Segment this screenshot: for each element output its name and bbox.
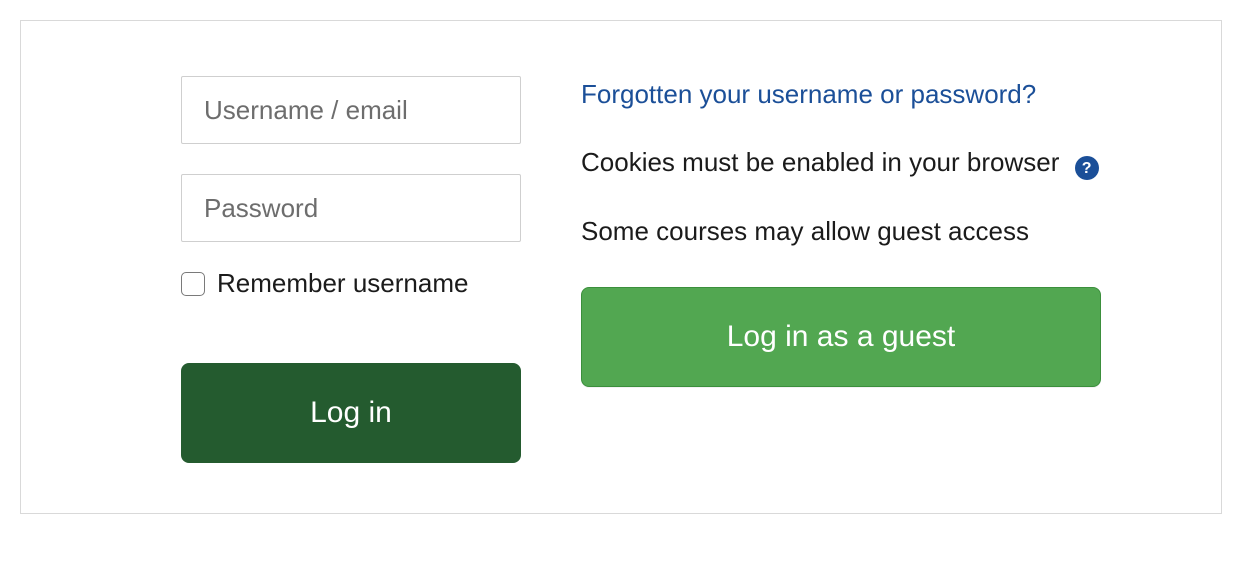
username-input[interactable] [181,76,521,144]
cookies-notice-text: Cookies must be enabled in your browser [581,147,1059,177]
forgot-password-link[interactable]: Forgotten your username or password? [581,76,1101,114]
guest-login-button[interactable]: Log in as a guest [581,287,1101,387]
remember-checkbox[interactable] [181,272,205,296]
guest-notice: Some courses may allow guest access [581,211,1101,253]
login-panel: Remember username Log in Forgotten your … [20,20,1222,514]
help-icon[interactable]: ? [1075,156,1099,180]
cookies-notice: Cookies must be enabled in your browser … [581,142,1101,184]
login-aside-column: Forgotten your username or password? Coo… [581,76,1161,463]
remember-row: Remember username [181,268,521,299]
remember-label: Remember username [217,268,468,299]
password-input[interactable] [181,174,521,242]
login-button[interactable]: Log in [181,363,521,463]
login-form-column: Remember username Log in [81,76,521,463]
